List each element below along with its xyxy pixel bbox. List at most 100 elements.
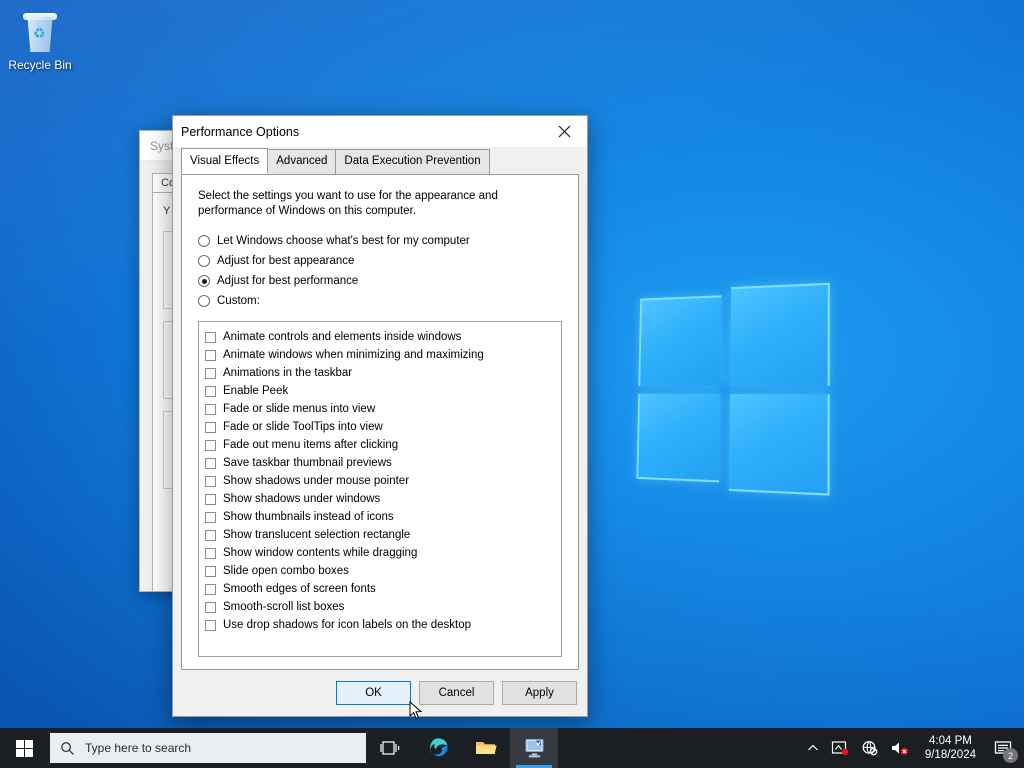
visual-effects-option-row[interactable]: Smooth edges of screen fonts — [205, 580, 557, 598]
option-label: Show translucent selection rectangle — [223, 529, 411, 541]
file-explorer-button[interactable] — [462, 728, 510, 768]
checkbox-icon[interactable] — [205, 385, 216, 397]
system-properties-icon — [525, 739, 544, 758]
radio-best-appearance[interactable]: Adjust for best appearance — [198, 255, 562, 267]
file-explorer-icon — [476, 742, 497, 754]
checkbox-icon[interactable] — [205, 565, 216, 577]
option-label: Animate windows when minimizing and maxi… — [223, 349, 484, 361]
visual-effects-option-row[interactable]: Show thumbnails instead of icons — [205, 508, 557, 526]
radio-label: Adjust for best performance — [217, 275, 359, 287]
desktop-icon-label: Recycle Bin — [8, 58, 72, 72]
checkbox-icon[interactable] — [205, 475, 216, 487]
option-label: Fade or slide menus into view — [223, 403, 376, 415]
ok-button[interactable]: OK — [336, 681, 411, 705]
dialog-titlebar[interactable]: Performance Options — [173, 116, 587, 147]
dialog-title: Performance Options — [181, 124, 300, 139]
checkbox-icon[interactable] — [205, 367, 216, 379]
windows-start-icon — [15, 739, 33, 757]
radio-label: Adjust for best appearance — [217, 255, 355, 267]
clock-time: 4:04 PM — [929, 735, 972, 747]
checkbox-icon[interactable] — [205, 601, 216, 613]
visual-effects-option-row[interactable]: Show shadows under windows — [205, 490, 557, 508]
option-label: Fade out menu items after clicking — [223, 439, 399, 451]
taskbar[interactable]: Type here to search 4:04 PM 9/18/2024 2 — [0, 728, 1024, 768]
microsoft-edge-button[interactable] — [414, 728, 462, 768]
visual-effects-option-row[interactable]: Use drop shadows for icon labels on the … — [205, 616, 557, 634]
visual-effects-option-row[interactable]: Enable Peek — [205, 382, 557, 400]
show-hidden-icons-chevron[interactable] — [801, 728, 825, 768]
dialog-footer: OK Cancel Apply — [173, 670, 587, 716]
checkbox-icon[interactable] — [205, 403, 216, 415]
logo-pane-bottom-right — [728, 393, 830, 496]
onedrive-sync-error-icon[interactable] — [825, 728, 855, 768]
microsoft-edge-icon — [429, 738, 448, 758]
checkbox-icon[interactable] — [205, 331, 216, 343]
option-label: Show shadows under mouse pointer — [223, 475, 410, 487]
tab-visual-effects[interactable]: Visual Effects — [181, 148, 269, 174]
volume-muted-icon[interactable] — [884, 728, 915, 768]
radio-label: Let Windows choose what's best for my co… — [217, 235, 470, 247]
cancel-button[interactable]: Cancel — [419, 681, 494, 705]
tab-data-execution-prevention[interactable]: Data Execution Prevention — [335, 149, 490, 175]
close-icon[interactable] — [542, 116, 587, 147]
radio-button-icon[interactable] — [198, 255, 210, 267]
start-button[interactable] — [0, 728, 48, 768]
option-label: Slide open combo boxes — [223, 565, 349, 577]
visual-effects-option-row[interactable]: Fade out menu items after clicking — [205, 436, 557, 454]
checkbox-icon[interactable] — [205, 493, 216, 505]
search-placeholder: Type here to search — [85, 741, 192, 755]
checkbox-icon[interactable] — [205, 349, 216, 361]
panel-description: Select the settings you want to use for … — [198, 190, 498, 217]
visual-effects-option-row[interactable]: Show window contents while dragging — [205, 544, 557, 562]
checkbox-icon[interactable] — [205, 511, 216, 523]
option-label: Smooth-scroll list boxes — [223, 601, 345, 613]
system-properties-button[interactable] — [510, 728, 558, 768]
visual-effects-option-row[interactable]: Smooth-scroll list boxes — [205, 598, 557, 616]
dialog-tabstrip[interactable]: Visual Effects Advanced Data Execution P… — [173, 148, 587, 175]
option-label: Save taskbar thumbnail previews — [223, 457, 392, 469]
option-label: Show thumbnails instead of icons — [223, 511, 394, 523]
task-view-button[interactable] — [366, 728, 414, 768]
network-no-internet-icon[interactable] — [855, 728, 884, 768]
desktop-icon-recycle-bin[interactable]: ♻ Recycle Bin — [6, 6, 74, 72]
recycle-symbol-icon: ♻ — [33, 25, 46, 41]
radio-custom[interactable]: Custom: — [198, 295, 562, 307]
performance-options-dialog[interactable]: Performance Options Visual Effects Advan… — [172, 115, 588, 717]
visual-effects-option-row[interactable]: Show translucent selection rectangle — [205, 526, 557, 544]
checkbox-icon[interactable] — [205, 439, 216, 451]
action-center-button[interactable]: 2 — [986, 728, 1020, 768]
option-label: Animations in the taskbar — [223, 367, 353, 379]
visual-effects-option-row[interactable]: Slide open combo boxes — [205, 562, 557, 580]
radio-best-performance[interactable]: Adjust for best performance — [198, 275, 562, 287]
radio-let-windows-choose[interactable]: Let Windows choose what's best for my co… — [198, 235, 562, 247]
visual-effects-option-row[interactable]: Animate windows when minimizing and maxi… — [205, 346, 557, 364]
checkbox-icon[interactable] — [205, 619, 216, 631]
visual-effects-option-row[interactable]: Animate controls and elements inside win… — [205, 328, 557, 346]
visual-effects-option-row[interactable]: Animations in the taskbar — [205, 364, 557, 382]
visual-effects-options-list[interactable]: Animate controls and elements inside win… — [198, 321, 562, 657]
notification-count-badge: 2 — [1003, 748, 1018, 763]
taskbar-clock[interactable]: 4:04 PM 9/18/2024 — [915, 728, 986, 768]
search-input[interactable]: Type here to search — [50, 733, 366, 763]
option-label: Fade or slide ToolTips into view — [223, 421, 383, 433]
radio-button-icon[interactable] — [198, 235, 210, 247]
clock-date: 9/18/2024 — [924, 749, 976, 761]
visual-effects-option-row[interactable]: Fade or slide ToolTips into view — [205, 418, 557, 436]
wallpaper-windows-logo — [636, 282, 830, 496]
checkbox-icon[interactable] — [205, 529, 216, 541]
visual-effects-option-row[interactable]: Fade or slide menus into view — [205, 400, 557, 418]
tab-advanced[interactable]: Advanced — [267, 149, 337, 175]
recycle-bin-icon: ♻ — [18, 10, 62, 54]
checkbox-icon[interactable] — [205, 583, 216, 595]
visual-effects-option-row[interactable]: Show shadows under mouse pointer — [205, 472, 557, 490]
checkbox-icon[interactable] — [205, 547, 216, 559]
apply-button[interactable]: Apply — [502, 681, 577, 705]
radio-button-icon[interactable] — [198, 275, 210, 287]
system-tray[interactable]: 4:04 PM 9/18/2024 2 — [801, 728, 1024, 768]
option-label: Animate controls and elements inside win… — [223, 331, 462, 343]
radio-button-icon[interactable] — [198, 295, 210, 307]
desktop[interactable]: ♻ Recycle Bin System Properties Com Y P … — [0, 0, 1024, 768]
checkbox-icon[interactable] — [205, 421, 216, 433]
checkbox-icon[interactable] — [205, 457, 216, 469]
visual-effects-option-row[interactable]: Save taskbar thumbnail previews — [205, 454, 557, 472]
